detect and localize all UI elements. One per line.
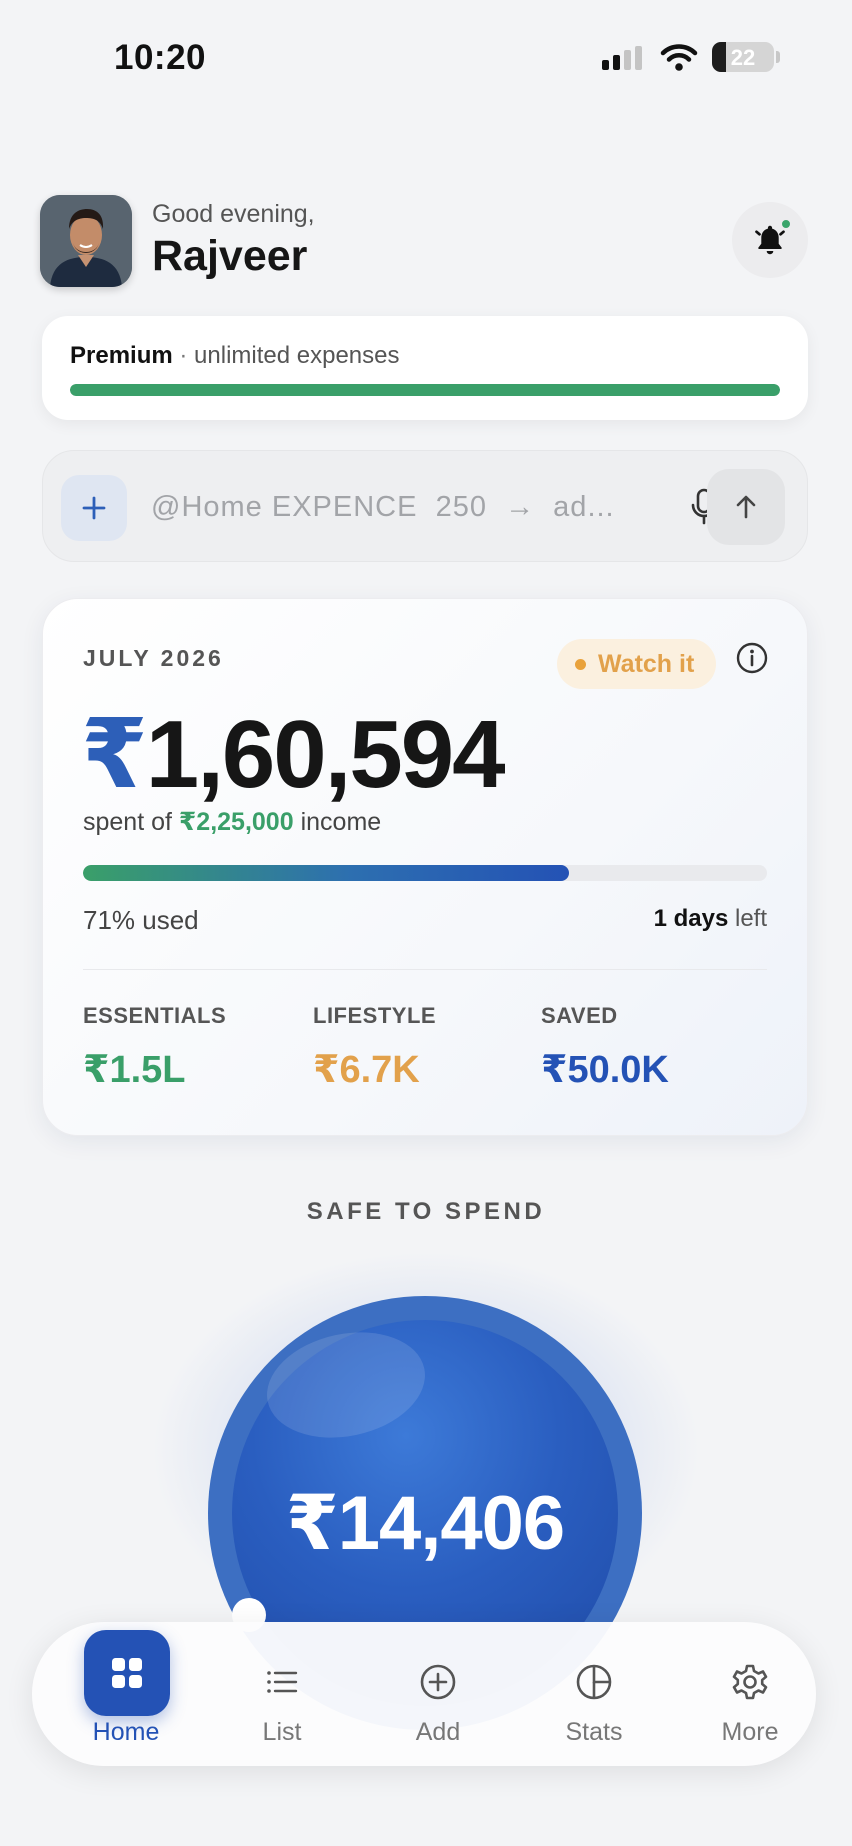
status-time: 10:20 bbox=[114, 38, 207, 77]
list-icon bbox=[267, 1671, 298, 1693]
status-badge: Watch it bbox=[557, 639, 717, 689]
plan-separator: · bbox=[179, 342, 188, 369]
stat-value: ₹50.0K bbox=[541, 1049, 669, 1091]
battery-icon: 22 bbox=[712, 42, 774, 72]
spend-progress-bar bbox=[83, 865, 767, 881]
nav-list-label: List bbox=[262, 1718, 302, 1746]
month-label: JULY 2026 bbox=[83, 645, 224, 671]
expense-command-input[interactable] bbox=[151, 477, 671, 537]
safe-to-spend-amount: ₹14,406 bbox=[285, 1481, 565, 1566]
bottom-nav: Home List Add Stats More bbox=[32, 1622, 816, 1766]
user-name: Rajveer bbox=[152, 232, 308, 280]
cellular-signal-icon bbox=[602, 46, 642, 70]
send-button[interactable] bbox=[707, 469, 785, 545]
stat-label: SAVED bbox=[541, 1003, 618, 1028]
lifestyle-stat: LIFESTYLE ₹6.7K bbox=[313, 1003, 436, 1092]
pie-chart-icon bbox=[576, 1664, 612, 1700]
plan-name: Premium bbox=[70, 342, 173, 369]
status-dot bbox=[575, 658, 586, 670]
gear-icon bbox=[732, 1664, 768, 1700]
battery-level: 22 bbox=[730, 45, 756, 70]
stat-label: ESSENTIALS bbox=[83, 1003, 227, 1028]
stat-value: ₹1.5L bbox=[83, 1049, 186, 1091]
spent-of-income: spent of ₹2,25,000 income bbox=[83, 807, 381, 837]
premium-label: Premium · unlimited expenses bbox=[70, 342, 400, 370]
avatar[interactable] bbox=[40, 195, 132, 287]
stat-value: ₹6.7K bbox=[313, 1049, 420, 1091]
greeting-text: Good evening, bbox=[152, 200, 315, 228]
stat-label: LIFESTYLE bbox=[313, 1003, 437, 1028]
battery-nub bbox=[776, 51, 780, 63]
nav-more-label: More bbox=[721, 1718, 779, 1746]
status-badge-text: Watch it bbox=[598, 649, 695, 678]
plan-description: unlimited expenses bbox=[194, 342, 400, 369]
nav-add[interactable]: Add bbox=[360, 1622, 516, 1766]
quick-add-bar bbox=[42, 450, 808, 562]
spent-prefix: spent of bbox=[83, 808, 172, 836]
currency-symbol: ₹ bbox=[81, 701, 148, 808]
monthly-summary-card[interactable]: JULY 2026 Watch it ₹1,60,594 spent of ₹2… bbox=[42, 598, 808, 1136]
saved-stat: SAVED ₹50.0K bbox=[541, 1003, 669, 1092]
user-photo-icon bbox=[40, 195, 132, 287]
days-suffix: left bbox=[734, 905, 767, 932]
card-divider bbox=[83, 969, 767, 970]
spent-value: 1,60,594 bbox=[145, 701, 506, 808]
nav-stats[interactable]: Stats bbox=[516, 1622, 672, 1766]
arrow-up-icon bbox=[736, 495, 756, 519]
premium-progress-bar bbox=[70, 384, 780, 396]
wifi-icon bbox=[660, 44, 698, 71]
notification-dot bbox=[780, 218, 792, 230]
plus-circle-icon bbox=[420, 1664, 456, 1700]
days-count: 1 days bbox=[653, 905, 729, 932]
safe-to-spend-label: SAFE TO SPEND bbox=[306, 1198, 546, 1225]
spent-amount: ₹1,60,594 bbox=[81, 707, 505, 803]
days-left: 1 days left bbox=[654, 905, 767, 933]
nav-list[interactable]: List bbox=[204, 1622, 360, 1766]
nav-stats-label: Stats bbox=[565, 1718, 623, 1746]
nav-home-tile bbox=[84, 1630, 170, 1716]
essentials-stat: ESSENTIALS ₹1.5L bbox=[83, 1003, 226, 1092]
nav-add-label: Add bbox=[415, 1718, 461, 1746]
premium-progress-fill bbox=[70, 384, 780, 396]
quick-add-button[interactable] bbox=[61, 475, 127, 541]
info-icon[interactable] bbox=[735, 641, 769, 675]
used-percentage: 71% used bbox=[83, 905, 199, 935]
nav-home-label: Home bbox=[92, 1718, 160, 1746]
notifications-button[interactable] bbox=[732, 202, 808, 278]
nav-more[interactable]: More bbox=[672, 1622, 828, 1766]
nav-home[interactable]: Home bbox=[48, 1622, 204, 1766]
plus-icon bbox=[82, 496, 106, 520]
grid-icon bbox=[112, 1658, 142, 1688]
income-suffix: income bbox=[300, 808, 382, 836]
income-value: ₹2,25,000 bbox=[178, 808, 294, 836]
premium-card[interactable]: Premium · unlimited expenses bbox=[42, 316, 808, 420]
spend-progress-fill bbox=[83, 865, 569, 881]
